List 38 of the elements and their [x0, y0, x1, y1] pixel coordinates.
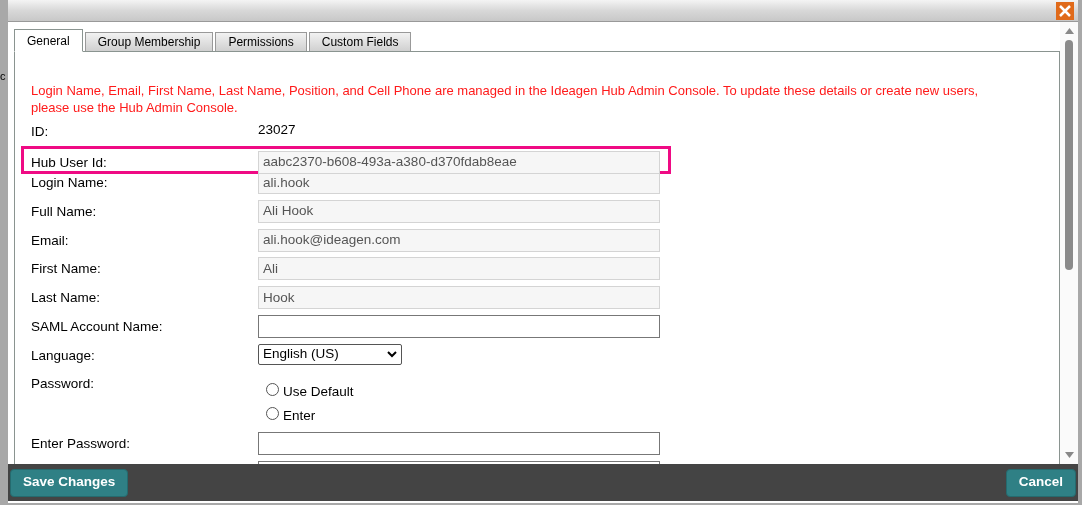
readonly-field[interactable]: Hook [258, 286, 660, 310]
radio-button[interactable] [266, 406, 279, 420]
close-icon [1059, 4, 1071, 17]
readonly-field[interactable]: ali.hook@ideagen.com [258, 228, 660, 252]
tab[interactable]: Custom Fields [308, 32, 412, 52]
language-dropdown[interactable]: English (US) [258, 343, 402, 365]
field-label: Login Name: [31, 174, 109, 193]
radio-option[interactable]: Use Default [266, 380, 354, 405]
readonly-field[interactable]: Ali [258, 257, 660, 281]
id-value: 23027 [258, 121, 296, 139]
input-field[interactable] [258, 314, 660, 338]
field-label: Email: [31, 231, 70, 250]
background-text: c [0, 69, 6, 84]
chevron-icon [387, 350, 397, 358]
field-label: Hub User Id: [31, 153, 108, 172]
scroll-down-icon [1064, 452, 1074, 458]
field-label: First Name: [31, 260, 102, 279]
save-button[interactable]: Save Changes [10, 468, 129, 497]
close-button[interactable] [1056, 1, 1074, 20]
readonly-field[interactable]: Ali Hook [258, 200, 660, 224]
field-label: Full Name: [31, 203, 98, 222]
readonly-field[interactable]: aabc2370-b608-493a-a380-d370fdab8eae [258, 150, 660, 174]
scroll-thumb[interactable] [1065, 40, 1073, 270]
tab[interactable]: General [14, 29, 83, 52]
field-label: Enter Password: [31, 435, 132, 454]
tab[interactable]: Group Membership [84, 32, 214, 52]
cancel-button[interactable]: Cancel [1005, 468, 1076, 497]
input-field[interactable] [258, 432, 660, 456]
notice-text: Login Name, Email, First Name, Last Name, Position, and Cell Phone are managed in the Ideagen Hub Admin Console. To update these details or create new users, please use the Hub Admin Console. [31, 82, 980, 116]
tab[interactable]: Permissions [215, 32, 307, 52]
field-label: SAML Account Name: [31, 317, 164, 336]
field-label: ID: [31, 123, 50, 141]
scroll-up-icon [1064, 28, 1074, 34]
field-label: Last Name: [31, 289, 102, 308]
radio-option[interactable]: Enter [266, 404, 354, 429]
field-label: Language: [31, 346, 96, 365]
radio-button[interactable] [266, 382, 279, 396]
field-label: Password: [31, 375, 96, 394]
